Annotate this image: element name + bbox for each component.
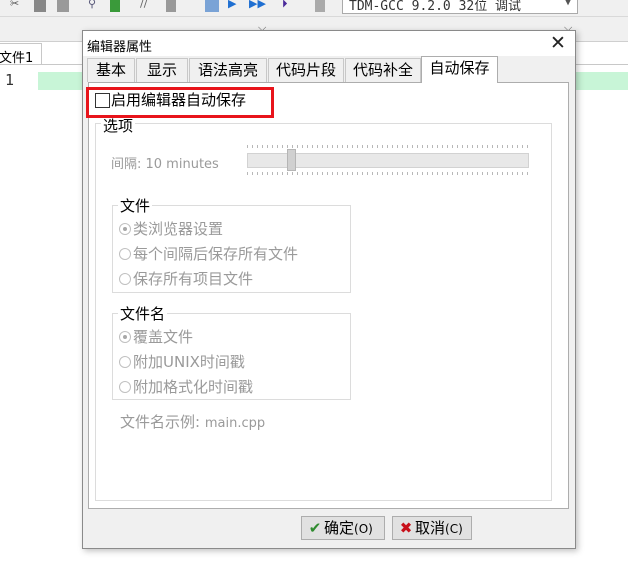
file-option-class-browser[interactable]: 类浏览器设置 [119, 218, 223, 239]
checkmark-icon: ✔ [308, 519, 322, 537]
radio-label: 附加UNIX时间戳 [133, 353, 245, 371]
interval-slider-thumb[interactable] [287, 149, 296, 171]
editor-tab[interactable]: 新文件1 [0, 43, 42, 65]
tab-code-snippets[interactable]: 代码片段 [268, 58, 344, 82]
cancel-button-mnemonic: (C) [445, 522, 463, 536]
dialog-titlebar[interactable]: 编辑器属性 ✕ [83, 31, 575, 56]
radio-label: 附加格式化时间戳 [133, 378, 254, 396]
ok-button-mnemonic: (O) [354, 522, 373, 536]
compile-icon[interactable] [205, 0, 219, 12]
slider-ticks-bottom [247, 172, 529, 175]
filename-option-unix-timestamp[interactable]: 附加UNIX时间戳 [119, 351, 245, 372]
radio-label: 保存所有项目文件 [133, 270, 254, 288]
radio-icon[interactable] [119, 273, 131, 285]
tab-code-completion[interactable]: 代码补全 [345, 58, 421, 82]
editor-properties-dialog: 编辑器属性 ✕ 基本 显示 语法高亮 代码片段 代码补全 自动保存 启用编辑器自… [82, 30, 576, 549]
filename-option-formatted-timestamp[interactable]: 附加格式化时间戳 [119, 376, 253, 397]
paste-icon[interactable] [57, 0, 69, 12]
radio-icon[interactable] [119, 381, 131, 393]
stop-icon[interactable] [315, 0, 325, 12]
close-icon[interactable]: ✕ [547, 32, 569, 54]
cut-icon[interactable]: ✂ [10, 0, 19, 10]
dialog-title: 编辑器属性 [87, 40, 153, 55]
filename-option-overwrite[interactable]: 覆盖文件 [119, 326, 193, 347]
file-group-label: 文件 [118, 195, 153, 216]
radio-label: 覆盖文件 [133, 328, 194, 346]
autosave-checkbox[interactable] [95, 93, 110, 108]
search-icon[interactable]: ⚲ [88, 0, 96, 10]
filename-example: 文件名示例: main.cpp [120, 411, 265, 432]
slider-ticks-top [247, 145, 529, 148]
ok-button[interactable]: ✔ 确定(O) [301, 516, 385, 540]
tab-autosave[interactable]: 自动保存 [421, 56, 498, 83]
copy-icon[interactable] [34, 0, 46, 12]
radio-checked-icon[interactable] [119, 223, 131, 235]
file-option-project-files[interactable]: 保存所有项目文件 [119, 268, 253, 289]
file-option-save-all[interactable]: 每个间隔后保存所有文件 [119, 243, 298, 264]
filename-group-label: 文件名 [118, 303, 168, 324]
compile-run-icon[interactable]: ▶▶ [249, 0, 266, 10]
filename-example-label: 文件名示例: [120, 413, 201, 431]
radio-icon[interactable] [119, 248, 131, 260]
chevron-down-icon: ▼ [564, 0, 571, 8]
tab-syntax-highlight[interactable]: 语法高亮 [189, 58, 267, 82]
options-group-label: 选项 [101, 115, 136, 136]
comment-icon[interactable]: // [140, 0, 147, 10]
ide-toolbar: ✂ ⚲ // ▶ ▶▶ ⏵ TDM-GCC 9.2.0 32位 调试 ▼ [0, 0, 628, 17]
editor-tab-label: 新文件1 [0, 51, 34, 65]
autosave-checkbox-label[interactable]: 启用编辑器自动保存 [111, 89, 246, 110]
replace-icon[interactable] [110, 0, 120, 12]
radio-checked-icon[interactable] [119, 331, 131, 343]
radio-label: 每个间隔后保存所有文件 [133, 245, 299, 263]
compiler-select[interactable]: TDM-GCC 9.2.0 32位 调试 ▼ [342, 0, 578, 14]
line-number: 1 [5, 71, 15, 89]
tab-display[interactable]: 显示 [136, 58, 188, 82]
debug-icon[interactable]: ⏵ [282, 0, 288, 10]
interval-label: 间隔: 10 minutes [111, 157, 219, 172]
cancel-button[interactable]: ✖ 取消(C) [392, 516, 472, 540]
run-icon[interactable]: ▶ [228, 0, 236, 10]
filename-example-value: main.cpp [204, 416, 266, 431]
radio-label: 类浏览器设置 [133, 220, 224, 238]
compiler-select-value: TDM-GCC 9.2.0 32位 调试 [349, 0, 522, 14]
line-gutter [0, 65, 38, 566]
radio-icon[interactable] [119, 356, 131, 368]
cross-icon: ✖ [399, 519, 413, 537]
cancel-button-label: 取消 [415, 519, 446, 537]
uncomment-icon[interactable] [166, 0, 176, 12]
tab-basic[interactable]: 基本 [87, 58, 135, 82]
ok-button-label: 确定 [324, 519, 355, 537]
